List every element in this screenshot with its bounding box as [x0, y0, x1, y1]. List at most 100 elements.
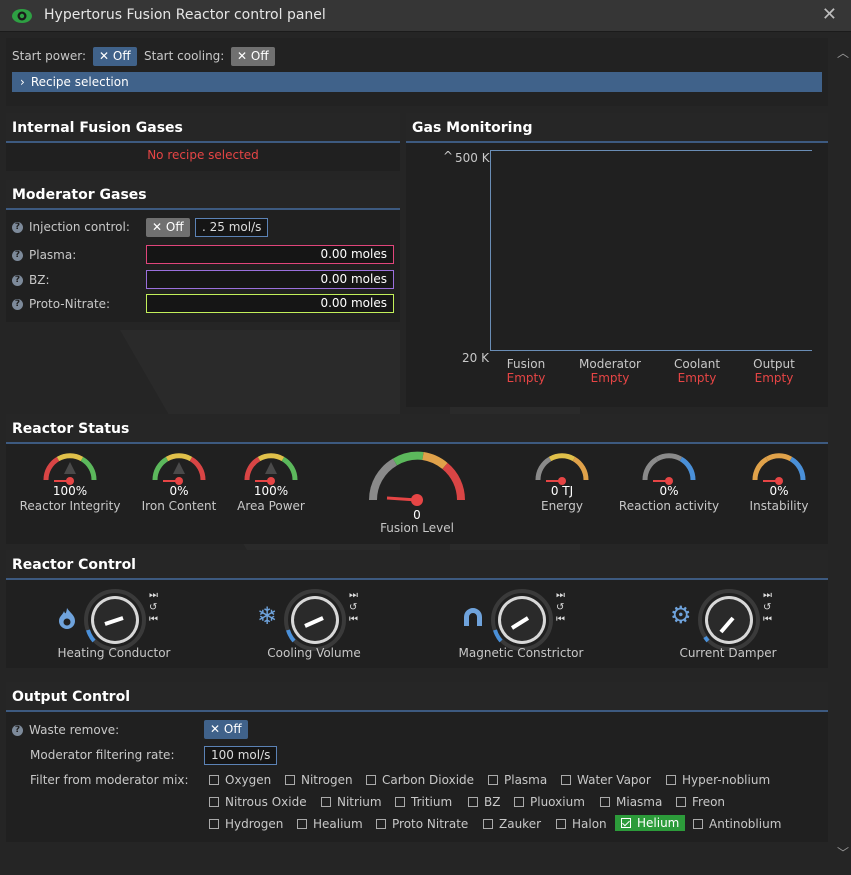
- reaction-activity-gauge: [642, 453, 696, 485]
- current-damper-label: Current Damper: [679, 646, 777, 660]
- filter-nitrous-oxide[interactable]: Nitrous Oxide: [209, 795, 307, 809]
- flame-icon: [59, 608, 75, 629]
- filter-helium[interactable]: Helium: [615, 815, 686, 831]
- scroll-up-icon[interactable]: ︿: [837, 44, 849, 61]
- filter-tritium[interactable]: Tritium: [395, 795, 452, 809]
- checkbox-icon: [321, 797, 331, 807]
- max-icon[interactable]: ⏭: [149, 590, 158, 602]
- magnetic-constrictor-knob[interactable]: [490, 588, 554, 652]
- filter-miasma[interactable]: Miasma: [600, 795, 662, 809]
- reset-icon[interactable]: ↺: [763, 602, 772, 614]
- start-cooling-toggle[interactable]: ✕ Off: [231, 47, 275, 66]
- moderator-gases-panel: Moderator Gases ? Injection control: ✕ Of…: [6, 180, 400, 322]
- start-cooling-label: Start cooling:: [144, 49, 225, 63]
- min-icon[interactable]: ⏮: [763, 614, 772, 626]
- min-icon[interactable]: ⏮: [349, 614, 358, 626]
- current-damper-knob[interactable]: [697, 588, 761, 652]
- bz-bar: 0.00 moles: [146, 270, 394, 289]
- filter-water-vapor[interactable]: Water Vapor: [561, 773, 651, 787]
- filter-bz[interactable]: BZ: [468, 795, 500, 809]
- reactor-control-title: Reactor Control: [6, 550, 828, 580]
- recipe-selection-bar[interactable]: › Recipe selection: [12, 72, 822, 92]
- filter-halon[interactable]: Halon: [556, 817, 607, 831]
- filter-label: BZ: [484, 795, 501, 809]
- filter-healium[interactable]: Healium: [297, 817, 363, 831]
- output-col-status: Empty: [754, 371, 794, 385]
- area-power-value: 100%: [253, 484, 289, 498]
- output-col-name: Output: [753, 357, 795, 371]
- help-icon[interactable]: ?: [12, 222, 23, 233]
- min-icon[interactable]: ⏮: [149, 614, 158, 626]
- filter-freon[interactable]: Freon: [676, 795, 725, 809]
- filter-rate-input[interactable]: 100 mol/s: [204, 746, 278, 765]
- area-power-gauge: [244, 453, 298, 485]
- checkbox-icon: [514, 797, 524, 807]
- filter-rate-value: 100 mol/s: [211, 748, 271, 762]
- reset-icon[interactable]: ↺: [149, 602, 158, 614]
- filter-hyper-noblium[interactable]: Hyper-noblium: [666, 773, 770, 787]
- reset-icon[interactable]: ↺: [556, 602, 565, 614]
- window-title: Hypertorus Fusion Reactor control panel: [44, 7, 326, 23]
- injection-label: Injection control:: [29, 220, 130, 234]
- title-bar: Hypertorus Fusion Reactor control panel …: [0, 0, 851, 32]
- filter-label: Freon: [692, 795, 726, 809]
- checkbox-icon: [600, 797, 610, 807]
- filter-carbon-dioxide[interactable]: Carbon Dioxide: [366, 773, 474, 787]
- checkbox-icon: [693, 819, 703, 829]
- filter-pluoxium[interactable]: Pluoxium: [514, 795, 585, 809]
- monitor-plot-area: [490, 150, 812, 351]
- filter-oxygen[interactable]: Oxygen: [209, 773, 271, 787]
- help-icon[interactable]: ?: [12, 725, 23, 736]
- checkbox-icon: [366, 775, 376, 785]
- filter-nitrium[interactable]: Nitrium: [321, 795, 382, 809]
- power-section: Start power: ✕ Off Start cooling: ✕ Off …: [6, 38, 828, 106]
- waste-row: ? Waste remove:: [12, 723, 119, 737]
- magnetic-knob-controls: ⏭ ↺ ⏮: [556, 590, 565, 626]
- filter-proto-nitrate[interactable]: Proto Nitrate: [376, 817, 468, 831]
- filter-label: Proto Nitrate: [392, 817, 469, 831]
- internal-gases-panel: Internal Fusion Gases No recipe selected: [6, 113, 400, 171]
- monitor-col-fusion: Fusion Empty: [496, 357, 556, 385]
- scroll-down-icon[interactable]: ﹀: [837, 844, 849, 861]
- help-icon[interactable]: ?: [12, 299, 23, 310]
- cooling-volume-knob[interactable]: [283, 588, 347, 652]
- filter-label: Healium: [313, 817, 363, 831]
- monitor-col-coolant: Coolant Empty: [666, 357, 728, 385]
- filter-label: Nitrous Oxide: [225, 795, 307, 809]
- max-icon[interactable]: ⏭: [556, 590, 565, 602]
- injection-toggle[interactable]: ✕ Off: [146, 218, 190, 237]
- filter-hydrogen[interactable]: Hydrogen: [209, 817, 283, 831]
- max-icon[interactable]: ⏭: [763, 590, 772, 602]
- proto-nitrate-label: Proto-Nitrate:: [29, 297, 111, 311]
- heating-conductor-knob[interactable]: [83, 588, 147, 652]
- filter-antinoblium[interactable]: Antinoblium: [693, 817, 781, 831]
- plasma-bar: 0.00 moles: [146, 245, 394, 264]
- filter-label: Nitrium: [337, 795, 382, 809]
- max-icon[interactable]: ⏭: [349, 590, 358, 602]
- checkbox-icon: [676, 797, 686, 807]
- help-icon[interactable]: ?: [12, 275, 23, 286]
- filter-mix-label: Filter from moderator mix:: [30, 773, 189, 787]
- coolant-col-status: Empty: [677, 371, 717, 385]
- filter-plasma[interactable]: Plasma: [488, 773, 547, 787]
- checkbox-icon: [488, 775, 498, 785]
- filter-label: Antinoblium: [709, 817, 782, 831]
- checkbox-icon: [561, 775, 571, 785]
- filter-label: Hyper-noblium: [682, 773, 771, 787]
- bz-label: BZ:: [29, 273, 50, 287]
- damper-knob-controls: ⏭ ↺ ⏮: [763, 590, 772, 626]
- injection-rate-input[interactable]: . 25 mol/s: [195, 218, 269, 237]
- area-power-label: Area Power: [237, 499, 305, 513]
- filter-nitrogen[interactable]: Nitrogen: [285, 773, 353, 787]
- min-icon[interactable]: ⏮: [556, 614, 565, 626]
- help-icon[interactable]: ?: [12, 250, 23, 261]
- waste-label: Waste remove:: [29, 723, 120, 737]
- filter-label: Carbon Dioxide: [382, 773, 475, 787]
- close-icon[interactable]: ✕: [822, 4, 837, 25]
- bz-row: ? BZ:: [12, 273, 50, 287]
- waste-remove-toggle[interactable]: ✕ Off: [204, 720, 248, 739]
- filter-zauker[interactable]: Zauker: [483, 817, 541, 831]
- reset-icon[interactable]: ↺: [349, 602, 358, 614]
- start-power-toggle[interactable]: ✕ Off: [93, 47, 137, 66]
- checkbox-icon: [556, 819, 566, 829]
